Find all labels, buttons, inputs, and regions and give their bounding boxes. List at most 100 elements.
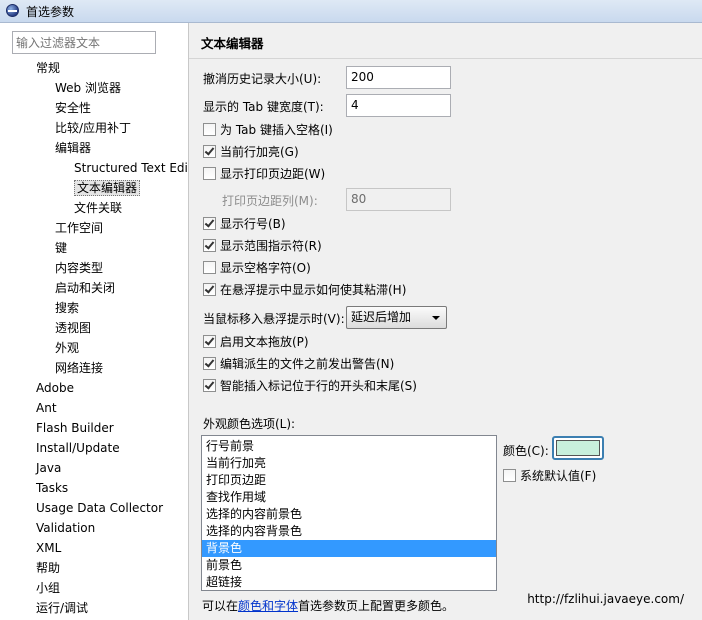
filter-input[interactable] <box>12 31 156 54</box>
checkbox-2-checkboxes-c[interactable]: 编辑派生的文件之前发出警告(N) <box>203 355 394 373</box>
checkbox-3-checkboxes-c[interactable]: 智能插入标记位于行的开头和末尾(S) <box>203 377 417 395</box>
checkbox-2-checkboxes-b[interactable]: 显示范围指示符(R) <box>203 237 322 255</box>
color-label: 颜色(C): <box>503 444 549 458</box>
checkbox-1-checkboxes-b[interactable]: 显示行号(B) <box>203 215 286 233</box>
system-default-checkbox[interactable]: 系统默认值(F) <box>503 467 596 485</box>
checkbox-label: 智能插入标记位于行的开头和末尾(S) <box>220 379 417 393</box>
checkbox-label: 显示打印页边距(W) <box>220 167 326 181</box>
tree-item[interactable]: XML <box>36 538 61 558</box>
checkbox-label: 显示范围指示符(R) <box>220 239 322 253</box>
tree-item-label: Usage Data Collector <box>36 501 164 515</box>
appearance-list-item[interactable]: 选择的内容背景色 <box>202 523 496 540</box>
tree-item-label: Install/Update <box>36 441 120 455</box>
tree-item[interactable]: 运行/调试 <box>36 598 88 618</box>
tree-item[interactable]: 搜索 <box>55 298 79 318</box>
tree-item[interactable]: Tasks <box>36 478 68 498</box>
tree-item-label: Structured Text Edi <box>74 161 188 175</box>
appearance-colors-label: 外观颜色选项(L): <box>203 417 296 431</box>
title-divider <box>189 58 702 59</box>
tree-item[interactable]: Java <box>36 458 61 478</box>
tree-item[interactable]: 编辑器 <box>55 138 91 158</box>
checkbox-3-checkboxes-b[interactable]: 显示空格字符(O) <box>203 259 311 277</box>
checkbox-label: 显示行号(B) <box>220 217 286 231</box>
tree-item[interactable]: Adobe <box>36 378 74 398</box>
tree-item[interactable]: 帮助 <box>36 558 60 578</box>
appearance-list-item[interactable]: 选择的内容前景色 <box>202 506 496 523</box>
tree-item[interactable]: Structured Text Edi <box>74 158 188 178</box>
tree-item-label: 文件关联 <box>74 201 123 215</box>
checkbox-3-checkboxes-a[interactable]: 显示打印页边距(W) <box>203 165 325 183</box>
tree-item-label: 常规 <box>36 61 61 75</box>
print-margin-column-input: 80 <box>346 188 451 211</box>
tree-item-label: 透视图 <box>55 321 92 335</box>
tree-item[interactable]: Validation <box>36 518 95 538</box>
tree-item[interactable]: 安全性 <box>55 98 91 118</box>
tree-item-label: 网络连接 <box>55 361 104 375</box>
checkbox-1-checkboxes-a[interactable]: 为 Tab 键插入空格(I) <box>203 121 333 139</box>
tab-width-input[interactable]: 4 <box>346 94 451 117</box>
tree-item[interactable]: 小组 <box>36 578 60 598</box>
tree-item-label: 帮助 <box>36 561 61 575</box>
checkbox-1-checkboxes-c[interactable]: 启用文本拖放(P) <box>203 333 309 351</box>
tree-item-label: Ant <box>36 401 57 415</box>
tree-item[interactable]: 键 <box>55 238 67 258</box>
tree-item[interactable]: Flash Builder <box>36 418 114 438</box>
tree-item[interactable]: 文件关联 <box>74 198 122 218</box>
tree-item[interactable]: 比较/应用补丁 <box>55 118 131 138</box>
checkbox-2-checkboxes-a[interactable]: 当前行加亮(G) <box>203 143 299 161</box>
appearance-list-item[interactable]: 超链接 <box>202 574 496 591</box>
appearance-list-item[interactable]: 行号前景 <box>202 438 496 455</box>
tree-item-label: 比较/应用补丁 <box>55 121 132 135</box>
tree-item-label: Tasks <box>36 481 69 495</box>
tree-item-label: Flash Builder <box>36 421 114 435</box>
page-title: 文本编辑器 <box>201 36 264 51</box>
undo-history-input[interactable]: 200 <box>346 66 451 89</box>
tree-item-label: 小组 <box>36 581 61 595</box>
hover-behavior-select[interactable]: 延迟后增加 <box>346 306 447 329</box>
tree-item-label: 安全性 <box>55 101 92 115</box>
checkbox-label: 编辑派生的文件之前发出警告(N) <box>220 357 395 371</box>
tree-item-label: XML <box>36 541 62 555</box>
tree-item-label: 外观 <box>55 341 80 355</box>
tree-item[interactable]: 内容类型 <box>55 258 103 278</box>
checkbox-box <box>203 123 216 136</box>
checkbox-box <box>203 167 216 180</box>
appearance-list-item[interactable]: 查找作用域 <box>202 489 496 506</box>
checkbox-box <box>203 145 216 158</box>
tree-item[interactable]: 外观 <box>55 338 79 358</box>
tree-item-label: Web 浏览器 <box>55 81 121 95</box>
tree-item[interactable]: Ant <box>36 398 57 418</box>
colors-and-fonts-link[interactable]: 颜色和字体 <box>238 599 298 613</box>
color-swatch <box>556 440 600 456</box>
checkbox-box <box>203 261 216 274</box>
tree-item-label: 工作空间 <box>55 221 104 235</box>
checkbox-label: 显示空格字符(O) <box>220 261 311 275</box>
color-picker-button[interactable] <box>552 436 604 460</box>
checkbox-4-checkboxes-b[interactable]: 在悬浮提示中显示如何使其粘滞(H) <box>203 281 406 299</box>
checkbox-label: 在悬浮提示中显示如何使其粘滞(H) <box>220 283 407 297</box>
tree-item[interactable]: Install/Update <box>36 438 120 458</box>
tree-item[interactable]: 透视图 <box>55 318 91 338</box>
tree-item[interactable]: 启动和关闭 <box>55 278 115 298</box>
watermark-url: http://fzlihui.javaeye.com/ <box>527 592 684 606</box>
tree-item[interactable]: Web 浏览器 <box>55 78 121 98</box>
tree-item[interactable]: 文本编辑器 <box>74 178 141 198</box>
hover-behavior-value: 延迟后增加 <box>351 310 412 324</box>
checkbox-box <box>203 283 216 296</box>
footer-prefix: 可以在 <box>202 599 239 613</box>
tree-item[interactable]: 工作空间 <box>55 218 103 238</box>
tree-item-label: 搜索 <box>55 301 80 315</box>
appearance-list-item[interactable]: 当前行加亮 <box>202 455 496 472</box>
footer-suffix: 首选参数页上配置更多颜色。 <box>298 599 455 613</box>
appearance-list-item[interactable]: 前景色 <box>202 557 496 574</box>
tree-item-label: 编辑器 <box>55 141 92 155</box>
appearance-list-item[interactable]: 背景色 <box>202 540 496 557</box>
tree-item[interactable]: 网络连接 <box>55 358 103 378</box>
checkbox-label: 为 Tab 键插入空格(I) <box>220 123 333 137</box>
tree-item[interactable]: 常规 <box>36 58 60 78</box>
appearance-list-item[interactable]: 打印页边距 <box>202 472 496 489</box>
checkbox-box <box>203 357 216 370</box>
appearance-color-list[interactable]: 行号前景 当前行加亮 打印页边距 查找作用域 选择的内容前景色 选择的内容背景色 背景色 前景… <box>201 435 497 591</box>
tree-item-label: 启动和关闭 <box>55 281 116 295</box>
tree-item[interactable]: Usage Data Collector <box>36 498 163 518</box>
